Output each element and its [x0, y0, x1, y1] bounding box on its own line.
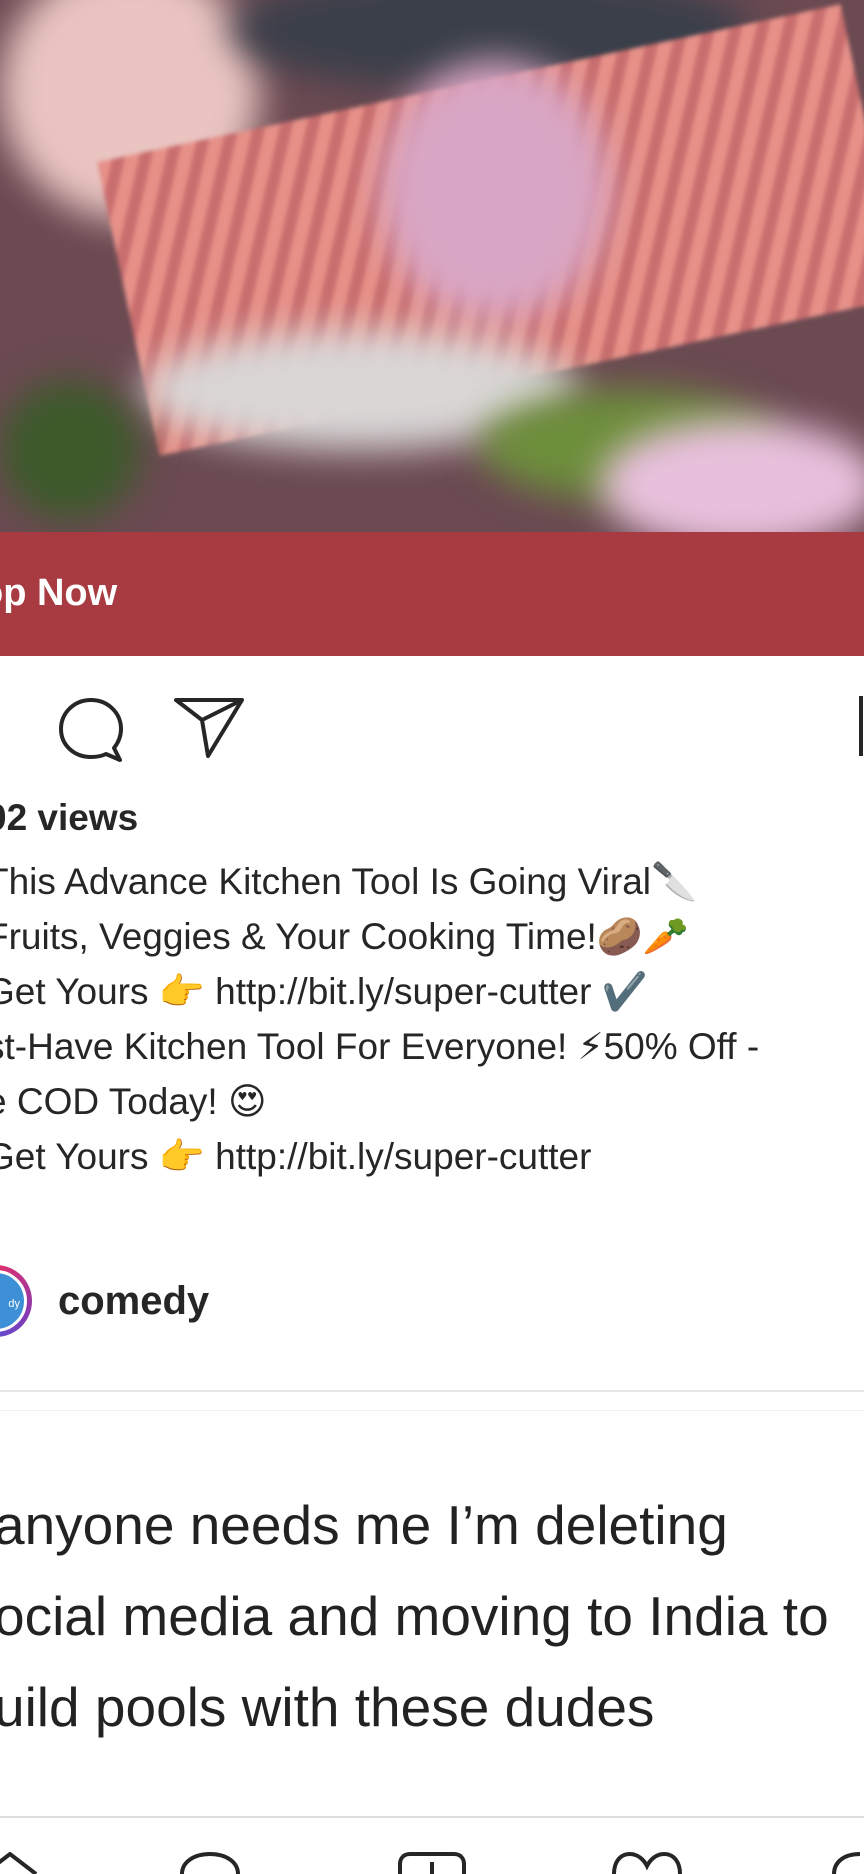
send-icon[interactable] [172, 694, 246, 760]
caption-line: Fruits, Veggies & Your Cooking Time!🥔🥕 [0, 916, 689, 957]
home-icon[interactable] [0, 1852, 40, 1874]
next-post-image-text[interactable]: anyone needs me I’m deleting ocial media… [0, 1480, 864, 1753]
add-post-icon[interactable] [396, 1852, 468, 1874]
post-actions [0, 680, 864, 770]
caption-line: Get Yours 👉 http://bit.ly/super-cutter ✔… [0, 971, 648, 1012]
next-post-header: dy comedy [0, 1265, 864, 1389]
views-count[interactable]: 02 views [0, 797, 138, 839]
bottom-navigation [0, 1816, 864, 1874]
divider [0, 1410, 864, 1411]
tweet-line: ocial media and moving to India to [0, 1585, 829, 1647]
post-video[interactable] [0, 0, 864, 532]
author-username[interactable]: comedy [58, 1279, 209, 1324]
divider [0, 1390, 864, 1392]
caption-line: e COD Today! 😍 [0, 1081, 267, 1122]
activity-heart-icon[interactable] [610, 1852, 684, 1874]
video-blur-greens-left [0, 380, 140, 520]
comment-icon[interactable] [56, 694, 126, 764]
bookmark-icon[interactable] [858, 694, 864, 758]
video-blur-onion [380, 60, 610, 320]
shop-now-button[interactable]: op Now [0, 532, 864, 656]
tweet-line: anyone needs me I’m deleting [0, 1494, 728, 1556]
caption-line: This Advance Kitchen Tool Is Going Viral… [0, 861, 698, 902]
profile-icon[interactable] [830, 1852, 864, 1874]
shop-now-label: op Now [0, 572, 118, 614]
tweet-line: uild pools with these dudes [0, 1676, 655, 1738]
search-icon[interactable] [178, 1852, 242, 1874]
avatar-image: dy [0, 1270, 27, 1332]
caption-line: Get Yours 👉 http://bit.ly/super-cutter [0, 1136, 592, 1177]
avatar[interactable]: dy [0, 1265, 32, 1337]
heart-icon[interactable] [0, 694, 16, 740]
caption-line: st-Have Kitchen Tool For Everyone! ⚡50% … [0, 1026, 760, 1067]
post-caption: This Advance Kitchen Tool Is Going Viral… [0, 854, 864, 1184]
